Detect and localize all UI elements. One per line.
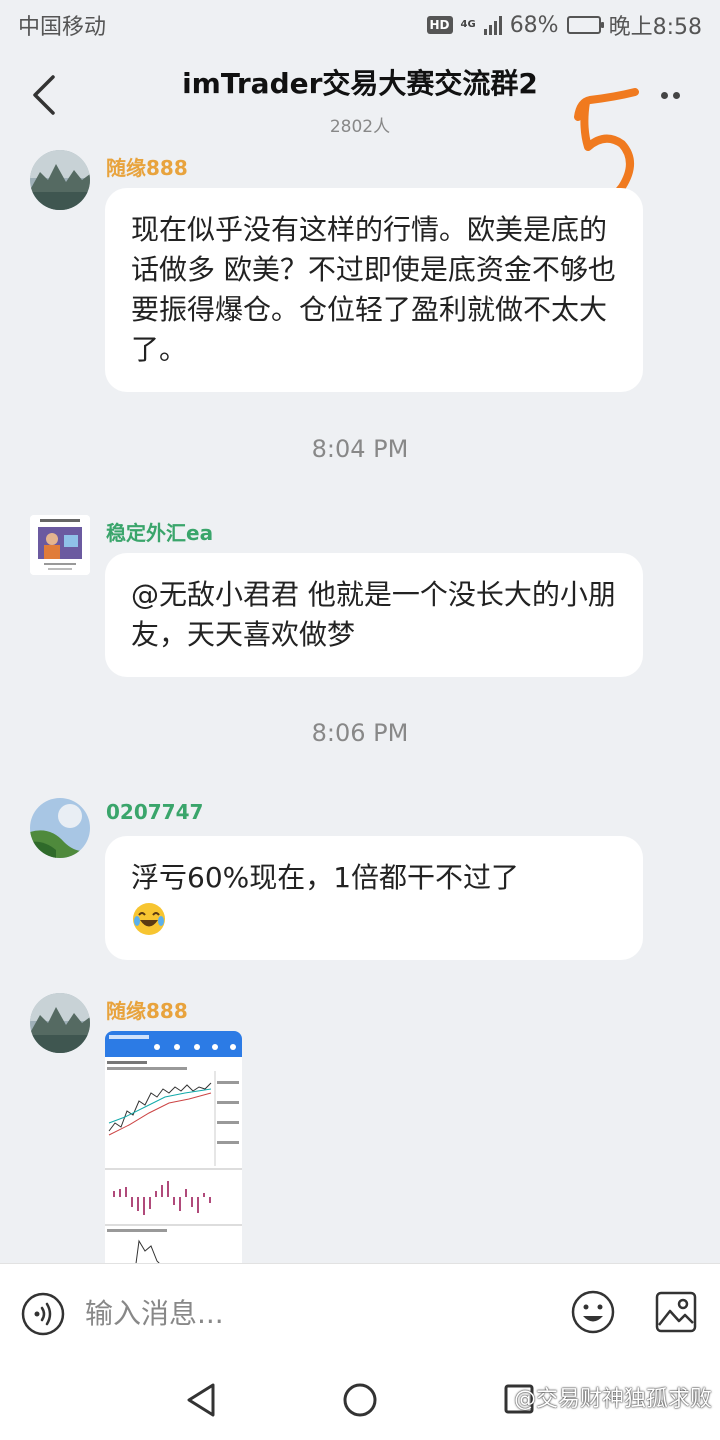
voice-input-icon[interactable] <box>20 1291 66 1337</box>
avatar[interactable] <box>30 798 90 858</box>
chat-header: imTrader交易大赛交流群2 2802人 <box>0 50 720 216</box>
image-attachment[interactable] <box>105 1031 242 1263</box>
status-icons: HD 4G 68% 晚上8:58 <box>426 9 702 41</box>
avatar[interactable] <box>30 993 90 1053</box>
message-list[interactable]: 随缘888 现在似乎没有这样的行情。欧美是底的话做多 欧美？不过即使是底资金不够… <box>0 145 720 1263</box>
emoji-picker-icon[interactable] <box>570 1289 616 1335</box>
timestamp: 8:06 PM <box>311 719 409 747</box>
sender-name[interactable]: 随缘888 <box>106 152 188 181</box>
nav-back-icon[interactable] <box>183 1381 219 1419</box>
avatar[interactable] <box>30 150 90 210</box>
battery-percent: 68% <box>509 12 559 38</box>
sender-name[interactable]: 随缘888 <box>106 995 188 1024</box>
message-bubble[interactable]: 浮亏60%现在，1倍都干不过了 <box>105 836 643 960</box>
message-bubble[interactable]: @无敌小君君 他就是一个没长大的小朋友，天天喜欢做梦 <box>105 553 643 677</box>
dot-icon <box>660 91 668 99</box>
status-bar: 中国移动 HD 4G 68% 晚上8:58 <box>0 0 720 50</box>
laughing-emoji-icon <box>133 903 165 935</box>
network-type: 4G <box>460 19 476 30</box>
carrier-label: 中国移动 <box>18 15 107 40</box>
system-navigation-bar: @交易财神独孤求败 <box>0 1361 720 1440</box>
more-options-button[interactable] <box>650 80 690 110</box>
clock: 晚上8:58 <box>608 15 702 40</box>
signal-icon <box>483 15 502 35</box>
watermark: @交易财神独孤求败 <box>513 1387 712 1412</box>
message-bubble[interactable]: 现在似乎没有这样的行情。欧美是底的话做多 欧美？不过即使是底资金不够也要振得爆仓… <box>105 188 643 392</box>
message-input[interactable] <box>85 1288 545 1338</box>
avatar[interactable] <box>30 515 90 575</box>
nav-home-icon[interactable] <box>342 1382 378 1418</box>
message-input-bar <box>0 1263 720 1361</box>
image-upload-icon[interactable] <box>655 1291 697 1333</box>
battery-icon <box>566 16 604 34</box>
timestamp: 8:04 PM <box>311 435 409 463</box>
sender-name[interactable]: 0207747 <box>106 800 203 824</box>
message-text: 浮亏60%现在，1倍都干不过了 <box>131 861 520 894</box>
hd-icon: HD <box>426 16 453 34</box>
chart-screenshot-thumbnail <box>105 1031 242 1263</box>
sender-name[interactable]: 稳定外汇ea <box>106 517 213 546</box>
dot-icon <box>672 91 680 99</box>
